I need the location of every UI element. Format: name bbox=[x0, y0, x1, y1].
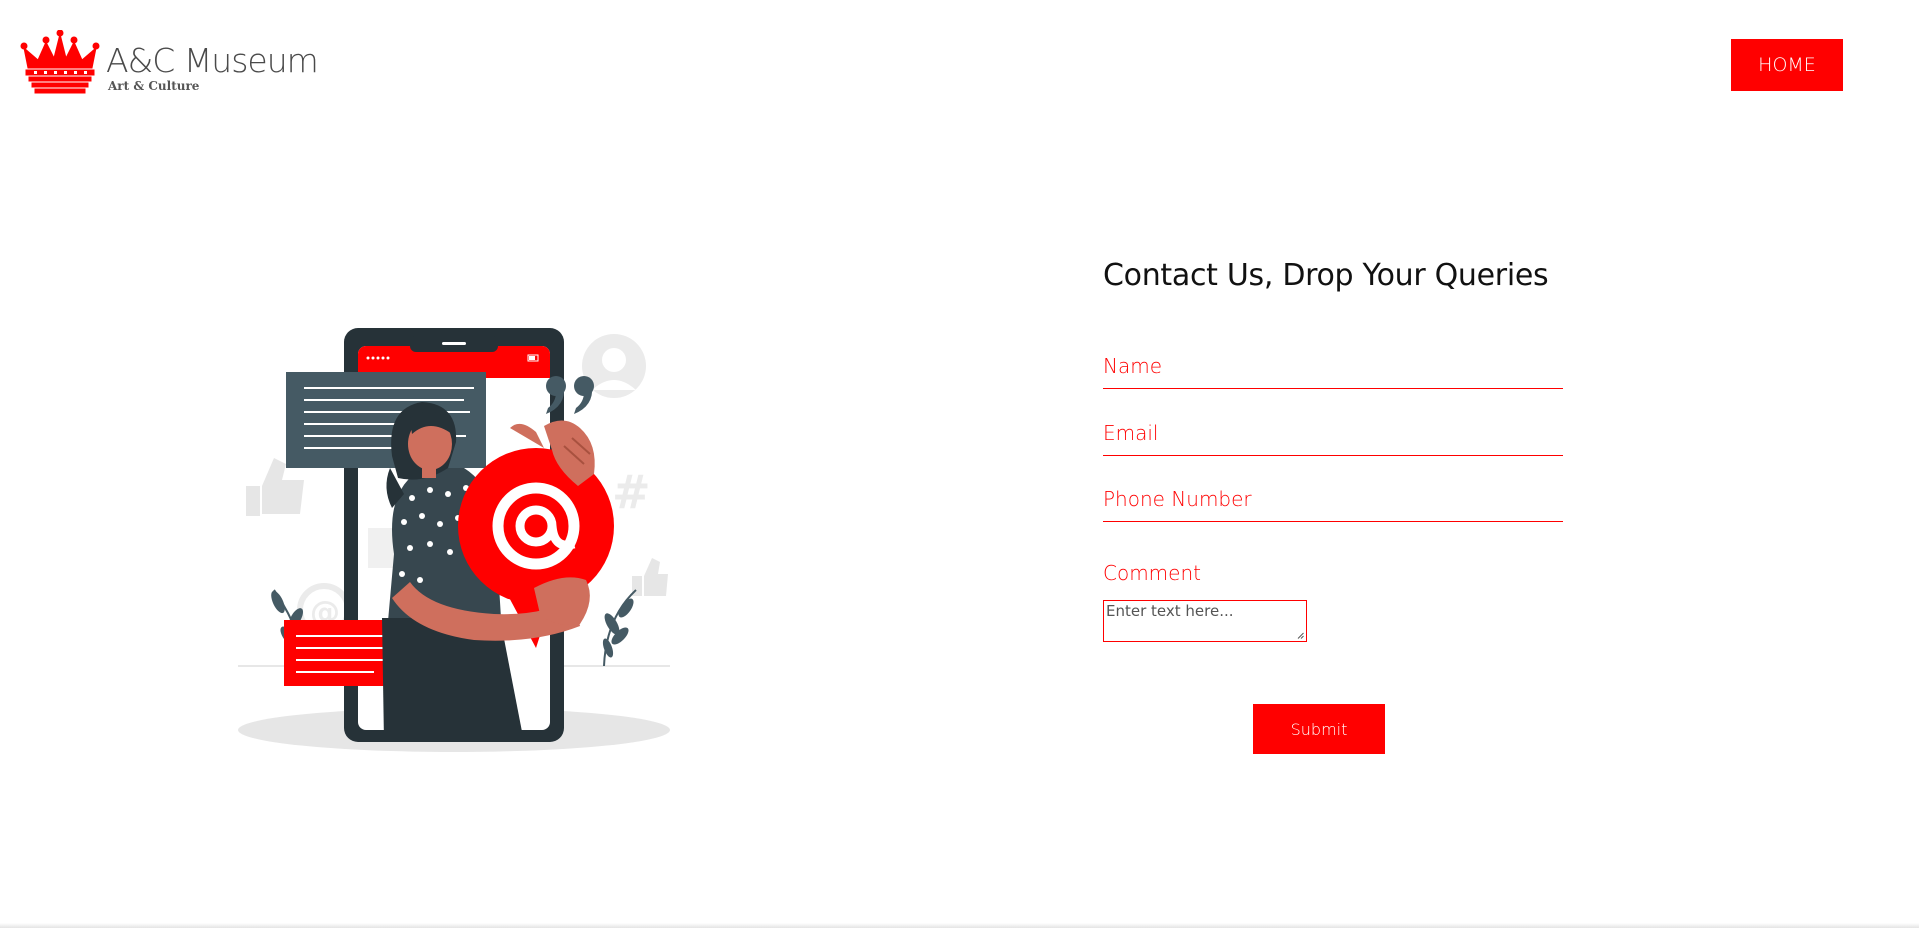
bottom-divider bbox=[0, 923, 1919, 928]
submit-button[interactable]: Submit bbox=[1253, 704, 1385, 754]
name-label: Name bbox=[1103, 354, 1163, 378]
home-button[interactable]: HOME bbox=[1731, 39, 1843, 91]
contact-us-email-illustration: # @ bbox=[238, 328, 670, 752]
phone-label: Phone Number bbox=[1103, 487, 1252, 511]
message-panel bbox=[286, 372, 486, 468]
contact-page: A&C Museum Art & Culture HOME # @ Contac… bbox=[0, 0, 1919, 928]
crown-icon bbox=[20, 30, 100, 94]
svg-text:#: # bbox=[612, 465, 651, 519]
form-title: Contact Us, Drop Your Queries bbox=[1103, 258, 1549, 293]
contact-form: Contact Us, Drop Your Queries Name Email… bbox=[1103, 258, 1563, 754]
comment-textarea[interactable]: Enter text here... bbox=[1103, 600, 1307, 642]
logo-subtitle: Art & Culture bbox=[108, 79, 200, 93]
comment-placeholder: Enter text here... bbox=[1106, 602, 1234, 620]
comment-label: Comment bbox=[1103, 561, 1201, 585]
site-logo[interactable]: A&C Museum Art & Culture bbox=[20, 30, 319, 94]
email-label: Email bbox=[1103, 421, 1159, 445]
red-message-panel bbox=[284, 620, 394, 686]
phone-field[interactable]: Phone Number bbox=[1103, 483, 1563, 522]
name-field[interactable]: Name bbox=[1103, 350, 1563, 389]
resize-grip-icon[interactable] bbox=[1297, 632, 1304, 639]
email-field[interactable]: Email bbox=[1103, 417, 1563, 456]
logo-title: A&C Museum bbox=[106, 41, 319, 80]
